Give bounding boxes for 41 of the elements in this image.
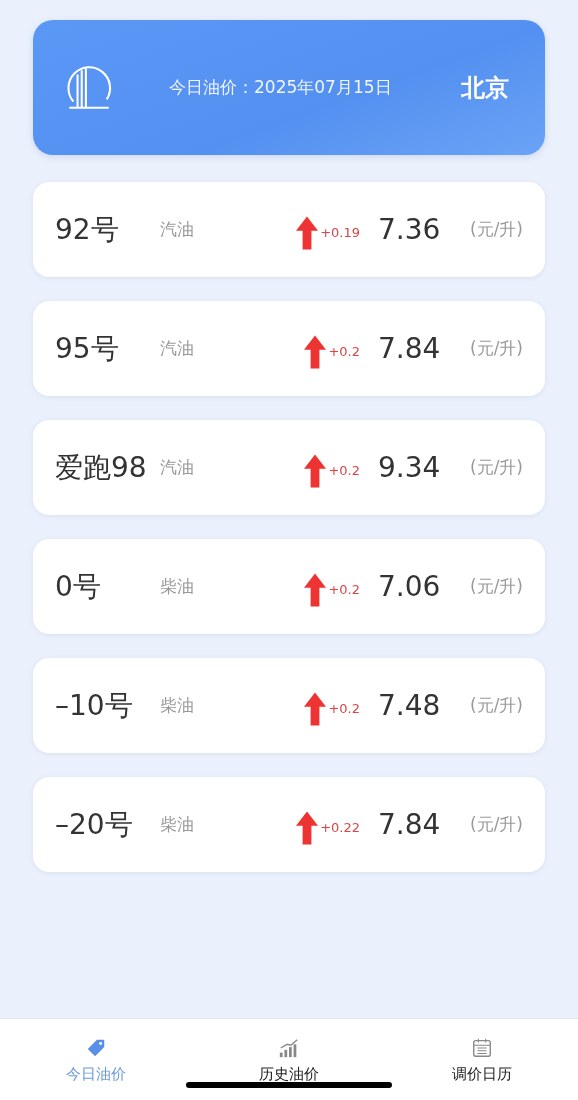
unit-label: (元/升) [470, 575, 523, 598]
price-value: 7.36 [378, 213, 442, 246]
fuel-type: 柴油 [160, 694, 195, 717]
up-arrow-icon [296, 810, 319, 845]
fuel-type: 汽油 [160, 218, 195, 241]
up-arrow-icon [304, 572, 327, 607]
up-arrow-icon [304, 691, 327, 726]
bar-chart-icon [278, 1037, 300, 1059]
unit-label: (元/升) [470, 218, 523, 241]
date-label: 今日油价：2025年07月15日 [169, 76, 393, 99]
nav-tab[interactable]: 调价日历 [421, 1037, 542, 1100]
unit-label: (元/升) [470, 456, 523, 479]
grade-label: –20号 [55, 806, 134, 843]
fuel-type: 汽油 [160, 337, 195, 360]
price-value: 7.84 [378, 808, 442, 841]
price-value: 9.34 [378, 451, 442, 484]
calendar-icon [470, 1037, 493, 1059]
nav-tab[interactable]: 历史油价 [229, 1037, 349, 1100]
price-value: 7.84 [378, 332, 442, 365]
grade-label: 0号 [55, 568, 102, 605]
up-arrow-icon [296, 215, 319, 250]
unit-label: (元/升) [470, 813, 523, 836]
fuel-type: 汽油 [160, 456, 195, 479]
grade-label: 爱跑98 [55, 449, 148, 486]
price-change: +0.22 [320, 820, 360, 835]
price-change: +0.2 [328, 701, 360, 716]
price-value: 7.06 [378, 570, 442, 603]
price-change: +0.2 [328, 344, 360, 359]
unit-label: (元/升) [470, 694, 523, 717]
price-change: +0.2 [328, 582, 360, 597]
grade-label: 95号 [55, 330, 120, 367]
up-arrow-icon [304, 453, 327, 488]
grade-label: –10号 [55, 687, 134, 724]
price-change: +0.19 [320, 225, 360, 240]
price-value: 7.48 [378, 689, 442, 722]
fuel-type: 柴油 [160, 575, 195, 598]
up-arrow-icon [304, 334, 327, 369]
unit-label: (元/升) [470, 337, 523, 360]
price-change: +0.2 [328, 463, 360, 478]
grade-label: 92号 [55, 211, 120, 248]
fuel-type: 柴油 [160, 813, 195, 836]
